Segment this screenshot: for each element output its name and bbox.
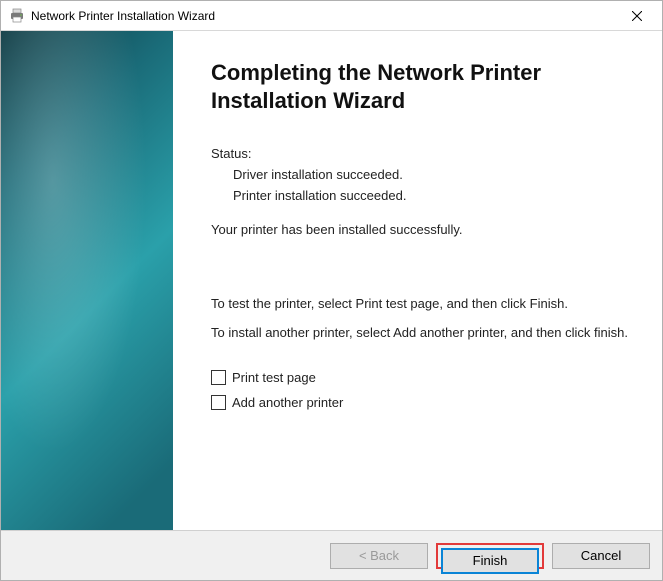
wizard-footer: < Back Finish Cancel [1, 530, 662, 580]
printer-icon [9, 8, 25, 24]
status-line-printer: Printer installation succeeded. [233, 188, 628, 203]
close-button[interactable] [614, 2, 660, 30]
status-line-driver: Driver installation succeeded. [233, 167, 628, 182]
checkbox-print-test-page[interactable]: Print test page [211, 370, 628, 385]
checkbox-add-another-printer[interactable]: Add another printer [211, 395, 628, 410]
titlebar: Network Printer Installation Wizard [1, 1, 662, 31]
back-button: < Back [330, 543, 428, 569]
status-lines: Driver installation succeeded. Printer i… [211, 167, 628, 203]
add-instruction: To install another printer, select Add a… [211, 324, 628, 342]
finish-button-highlight: Finish [436, 543, 544, 569]
test-instruction: To test the printer, select Print test p… [211, 295, 628, 313]
checkbox-box-icon [211, 370, 226, 385]
checkbox-label: Print test page [232, 370, 316, 385]
wizard-sidebar-graphic [1, 31, 173, 530]
cancel-button[interactable]: Cancel [552, 543, 650, 569]
success-message: Your printer has been installed successf… [211, 221, 628, 239]
window-title: Network Printer Installation Wizard [31, 9, 614, 23]
status-label: Status: [211, 146, 628, 161]
checkbox-label: Add another printer [232, 395, 343, 410]
wizard-content: Completing the Network Printer Installat… [173, 31, 662, 530]
checkbox-box-icon [211, 395, 226, 410]
wizard-body: Completing the Network Printer Installat… [1, 31, 662, 530]
page-heading: Completing the Network Printer Installat… [211, 59, 628, 114]
finish-button[interactable]: Finish [441, 548, 539, 574]
